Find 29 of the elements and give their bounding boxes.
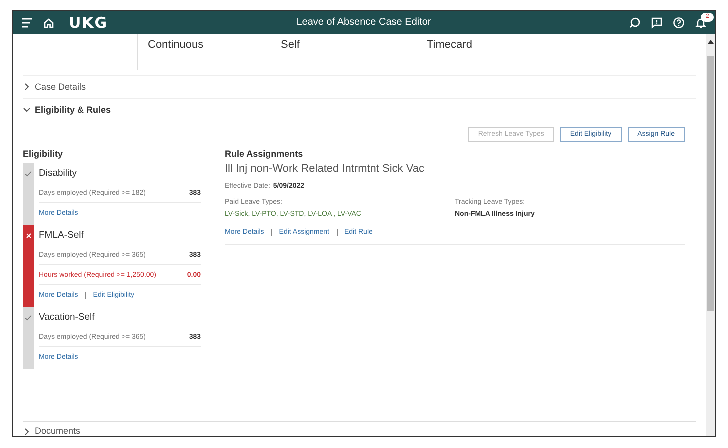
check-icon: [25, 315, 32, 321]
leave-type-name: Vacation-Self: [39, 311, 96, 325]
summary-value: Self: [281, 39, 301, 51]
section-header[interactable]: Case Details: [23, 76, 696, 99]
rule-name: Ill Inj non-Work Related Intrmtnt Sick Vac: [225, 163, 426, 175]
logo: UKG: [69, 14, 108, 32]
cross-icon: [26, 233, 32, 239]
scrollbar[interactable]: [706, 34, 715, 436]
home-icon[interactable]: [43, 16, 55, 28]
chevron-down-icon: [23, 106, 31, 114]
section-header[interactable]: Documents: [23, 421, 696, 436]
bell-icon[interactable]: [695, 16, 707, 28]
scrollbar-thumb[interactable]: [707, 56, 714, 311]
chat-icon[interactable]: [651, 16, 663, 28]
chevron-right-icon: [23, 83, 31, 91]
help-icon[interactable]: [673, 16, 685, 28]
chevron-right-icon: [23, 428, 31, 436]
window-title: Leave of Absence Case Editor: [296, 17, 432, 28]
leave-type-name: FMLA-Self: [39, 229, 85, 243]
section-header[interactable]: Eligibility & Rules: [23, 99, 696, 121]
summary-value: Timecard: [427, 39, 472, 51]
summary-value: Continuous: [148, 39, 205, 51]
check-icon: [25, 171, 32, 177]
menu-icon[interactable]: [21, 18, 33, 28]
section-title: Rule Assignments: [225, 149, 304, 159]
section-title: Eligibility: [23, 149, 64, 159]
leave-type-name: Disability: [39, 167, 78, 181]
search-icon[interactable]: [629, 16, 641, 28]
scroll-up-icon[interactable]: [708, 40, 714, 44]
